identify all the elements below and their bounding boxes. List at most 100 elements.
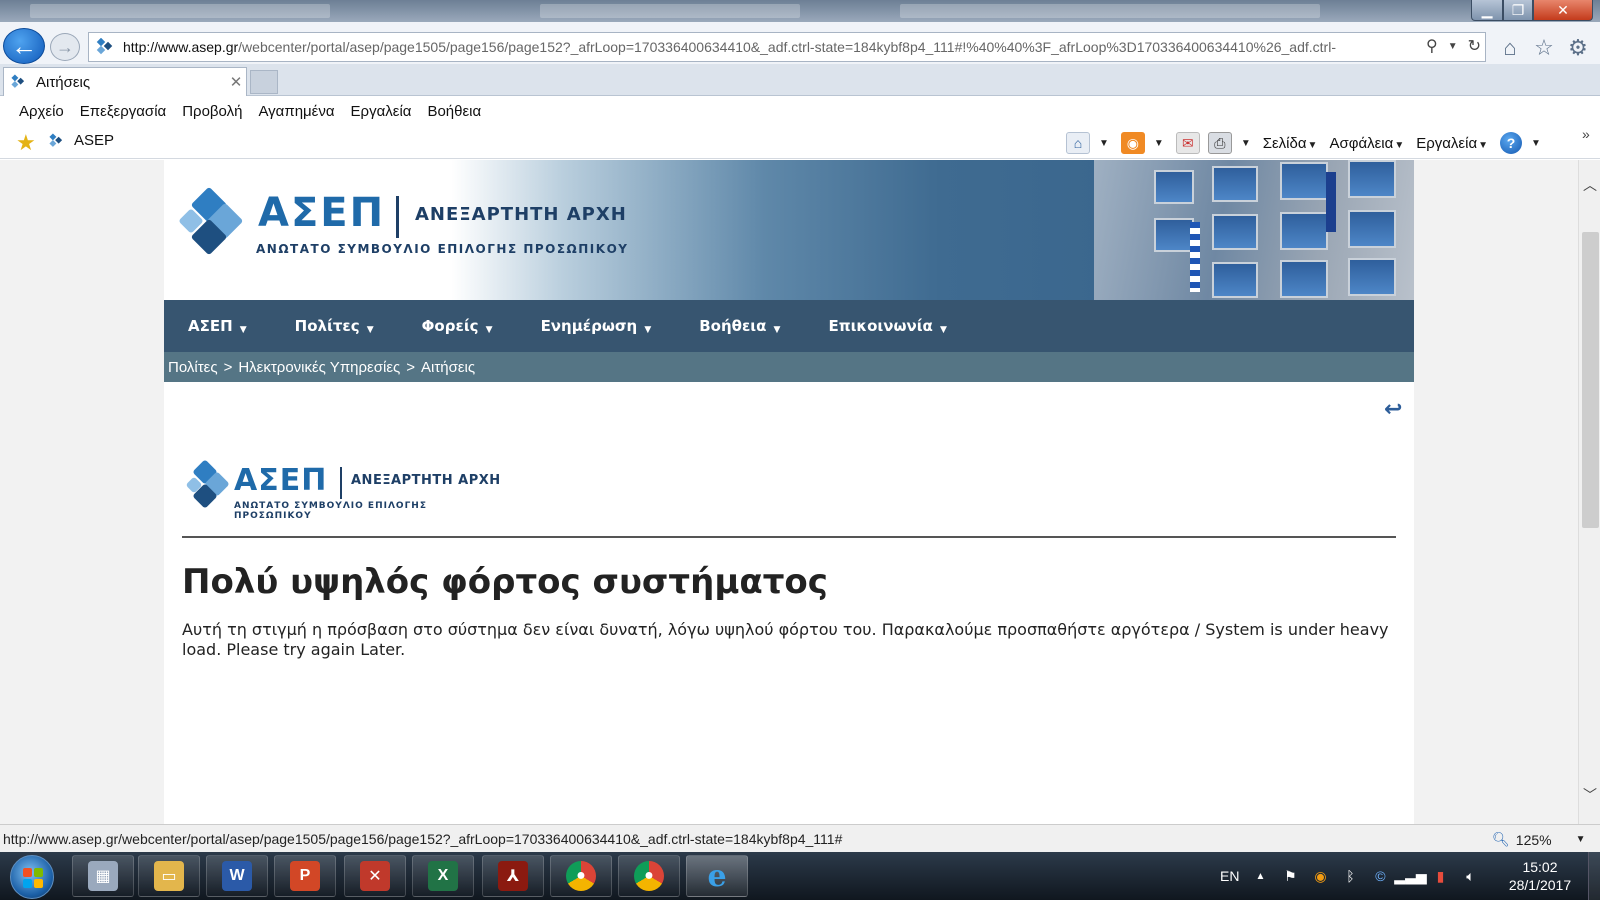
nav-item-asep[interactable]: ΑΣΕΠ ▼ [188, 317, 247, 335]
building-photo [1094, 160, 1414, 300]
home-icon[interactable]: ⌂ [1496, 34, 1524, 62]
forward-button[interactable]: → [50, 33, 80, 61]
avast-icon[interactable]: ◉ [1311, 867, 1329, 885]
new-tab-button[interactable] [250, 70, 278, 94]
action-center-flag-icon[interactable]: ⚑ [1281, 867, 1299, 885]
reply-back-icon[interactable]: ↩ [1384, 396, 1408, 421]
tab-active[interactable]: Αιτήσεις ✕ [3, 67, 247, 96]
read-mail-icon[interactable]: ✉ [1175, 132, 1200, 154]
taskbar-chrome-2[interactable]: ● [618, 855, 680, 897]
volume-icon[interactable]: 🔈︎ [1461, 867, 1479, 885]
print-icon[interactable]: ⎙ [1207, 132, 1232, 154]
menu-help[interactable]: Βοήθεια [427, 103, 481, 120]
rss-feed-icon[interactable]: ◉ [1120, 132, 1145, 154]
taskbar-pdf-tool[interactable]: ✕ [344, 855, 406, 897]
menu-view[interactable]: Προβολή [182, 103, 242, 120]
calculator-icon: ▦ [88, 861, 118, 891]
taskbar-acrobat[interactable]: ⅄ [482, 855, 544, 897]
scroll-down-icon[interactable]: ﹀ [1579, 784, 1600, 806]
home-page-icon[interactable]: ⌂ [1066, 132, 1090, 154]
maximize-button[interactable]: ❐ [1503, 0, 1533, 21]
menu-favorites[interactable]: Αγαπημένα [258, 103, 334, 120]
tab-title: Αιτήσεις [36, 73, 91, 91]
network-signal-icon[interactable]: ▂▃▅ [1394, 867, 1426, 885]
taskbar-excel[interactable]: X [412, 855, 474, 897]
command-bar: ⌂ ▼ ◉ ▼ ✉ ⎙ ▼ Σελίδα▼ Ασφάλεια▼ Εργαλεία▼ ?… [1066, 130, 1545, 156]
content-viewport: ΑΣΕΠ ΑΝΕΞΑΡΤΗΤΗ ΑΡΧΗ ΑΝΩΤΑΤΟ ΣΥΜΒΟΥΛΙΟ Ε… [0, 160, 1578, 824]
sync-icon[interactable]: © [1371, 867, 1389, 885]
nav-item-citizens[interactable]: Πολίτες ▼ [295, 317, 374, 335]
refresh-icon[interactable]: ↻ [1468, 36, 1481, 56]
safety-menu[interactable]: Ασφάλεια▼ [1329, 135, 1408, 152]
arrow-right-icon: → [56, 36, 74, 57]
asep-logo-small-name: ΑΣΕΠ [234, 463, 328, 498]
menu-edit[interactable]: Επεξεργασία [80, 103, 166, 120]
close-window-button[interactable]: ✕ [1533, 0, 1593, 21]
nav-item-news[interactable]: Ενημέρωση ▼ [541, 317, 652, 335]
taskbar-calculator[interactable]: ▦ [72, 855, 134, 897]
breadcrumb-applications[interactable]: Αιτήσεις [421, 359, 475, 376]
search-icon[interactable]: ⚲ [1426, 36, 1438, 56]
system-clock[interactable]: 15:02 28/1/2017 [1504, 858, 1576, 894]
chevron-down-icon[interactable]: ▼ [1099, 138, 1109, 149]
chevron-down-icon: ▼ [1575, 834, 1586, 845]
show-desktop-button[interactable] [1588, 852, 1600, 900]
language-indicator[interactable]: EN [1220, 868, 1239, 884]
nav-item-label: Ενημέρωση [540, 317, 638, 335]
vertical-scrollbar[interactable]: ︿ ﹀ [1578, 160, 1600, 824]
taskbar-explorer[interactable]: ▭ [138, 855, 200, 897]
taskbar-word[interactable]: W [206, 855, 268, 897]
tools-menu[interactable]: Εργαλεία▼ [1416, 135, 1492, 152]
menu-tools[interactable]: Εργαλεία [351, 103, 412, 120]
chevron-down-icon: ▼ [366, 325, 374, 335]
gear-icon[interactable]: ⚙ [1564, 34, 1592, 62]
internet-explorer-icon: e [707, 858, 727, 894]
taskbar-powerpoint[interactable]: P [274, 855, 336, 897]
power-icon[interactable]: ▮ [1431, 867, 1449, 885]
favorites-add-star-icon[interactable]: ★ [16, 131, 40, 155]
chevron-down-icon: ▼ [1478, 139, 1489, 151]
taskbar: ▦ ▭ W P ✕ X ⅄ ● ● e EN ▲ ⚑ ◉ ᛒ © ▂▃▅ ▮ 🔈… [0, 852, 1600, 900]
zoom-magnifier-icon: 🔍︎ [1492, 831, 1510, 847]
chevron-down-icon[interactable]: ▼ [1531, 138, 1541, 149]
show-hidden-icons-icon[interactable]: ▲ [1251, 867, 1269, 885]
favorites-star-icon[interactable]: ☆ [1530, 34, 1558, 62]
start-button[interactable] [10, 855, 54, 899]
taskbar-chrome[interactable]: ● [550, 855, 612, 897]
taskbar-internet-explorer[interactable]: e [686, 855, 748, 897]
logo-divider [340, 467, 342, 499]
zoom-control[interactable]: 🔍︎ 125% ▼ [1492, 831, 1586, 848]
page-menu-label: Σελίδα [1262, 134, 1307, 152]
address-bar[interactable]: http://www.asep.gr/webcenter/portal/asep… [88, 32, 1486, 62]
bluetooth-icon[interactable]: ᛒ [1341, 867, 1359, 885]
breadcrumb-separator: > [223, 358, 233, 376]
nav-item-contact[interactable]: Επικοινωνία ▼ [828, 317, 946, 335]
asep-logo[interactable]: ΑΣΕΠ ΑΝΕΞΑΡΤΗΤΗ ΑΡΧΗ ΑΝΩΤΑΤΟ ΣΥΜΒΟΥΛΙΟ Ε… [178, 186, 642, 260]
tab-favicon-icon [11, 74, 25, 88]
back-button[interactable]: ← [3, 28, 45, 64]
folder-icon: ▭ [154, 861, 184, 891]
help-icon[interactable]: ? [1500, 132, 1523, 154]
chevron-more-icon[interactable]: » [1582, 126, 1590, 142]
nav-item-agencies[interactable]: Φορείς ▼ [422, 317, 493, 335]
close-tab-icon[interactable]: ✕ [226, 73, 246, 91]
chevron-down-icon[interactable]: ▼ [1448, 41, 1458, 52]
breadcrumb-e-services[interactable]: Ηλεκτρονικές Υπηρεσίες [238, 359, 400, 376]
title-bar-background-text [30, 4, 330, 18]
excel-icon: X [428, 861, 458, 891]
address-url[interactable]: http://www.asep.gr/webcenter/portal/asep… [123, 39, 1413, 55]
asep-logo-name: ΑΣΕΠ [258, 190, 386, 236]
chevron-down-icon[interactable]: ▼ [1241, 138, 1251, 149]
chevron-down-icon[interactable]: ▼ [1154, 138, 1164, 149]
scrollbar-thumb[interactable] [1582, 232, 1599, 528]
page-menu[interactable]: Σελίδα▼ [1263, 135, 1322, 152]
zoom-level: 125% [1515, 831, 1552, 848]
chevron-down-icon: ▼ [773, 325, 781, 335]
breadcrumb-citizens[interactable]: Πολίτες [168, 359, 218, 376]
arrow-left-icon: ← [11, 30, 37, 61]
scroll-up-icon[interactable]: ︿ [1579, 174, 1600, 196]
favorite-link-asep[interactable]: ASEP [48, 132, 114, 149]
minimize-button[interactable]: ▁ [1471, 0, 1503, 21]
menu-file[interactable]: Αρχείο [19, 103, 64, 120]
nav-item-help[interactable]: Βοήθεια ▼ [699, 317, 780, 335]
